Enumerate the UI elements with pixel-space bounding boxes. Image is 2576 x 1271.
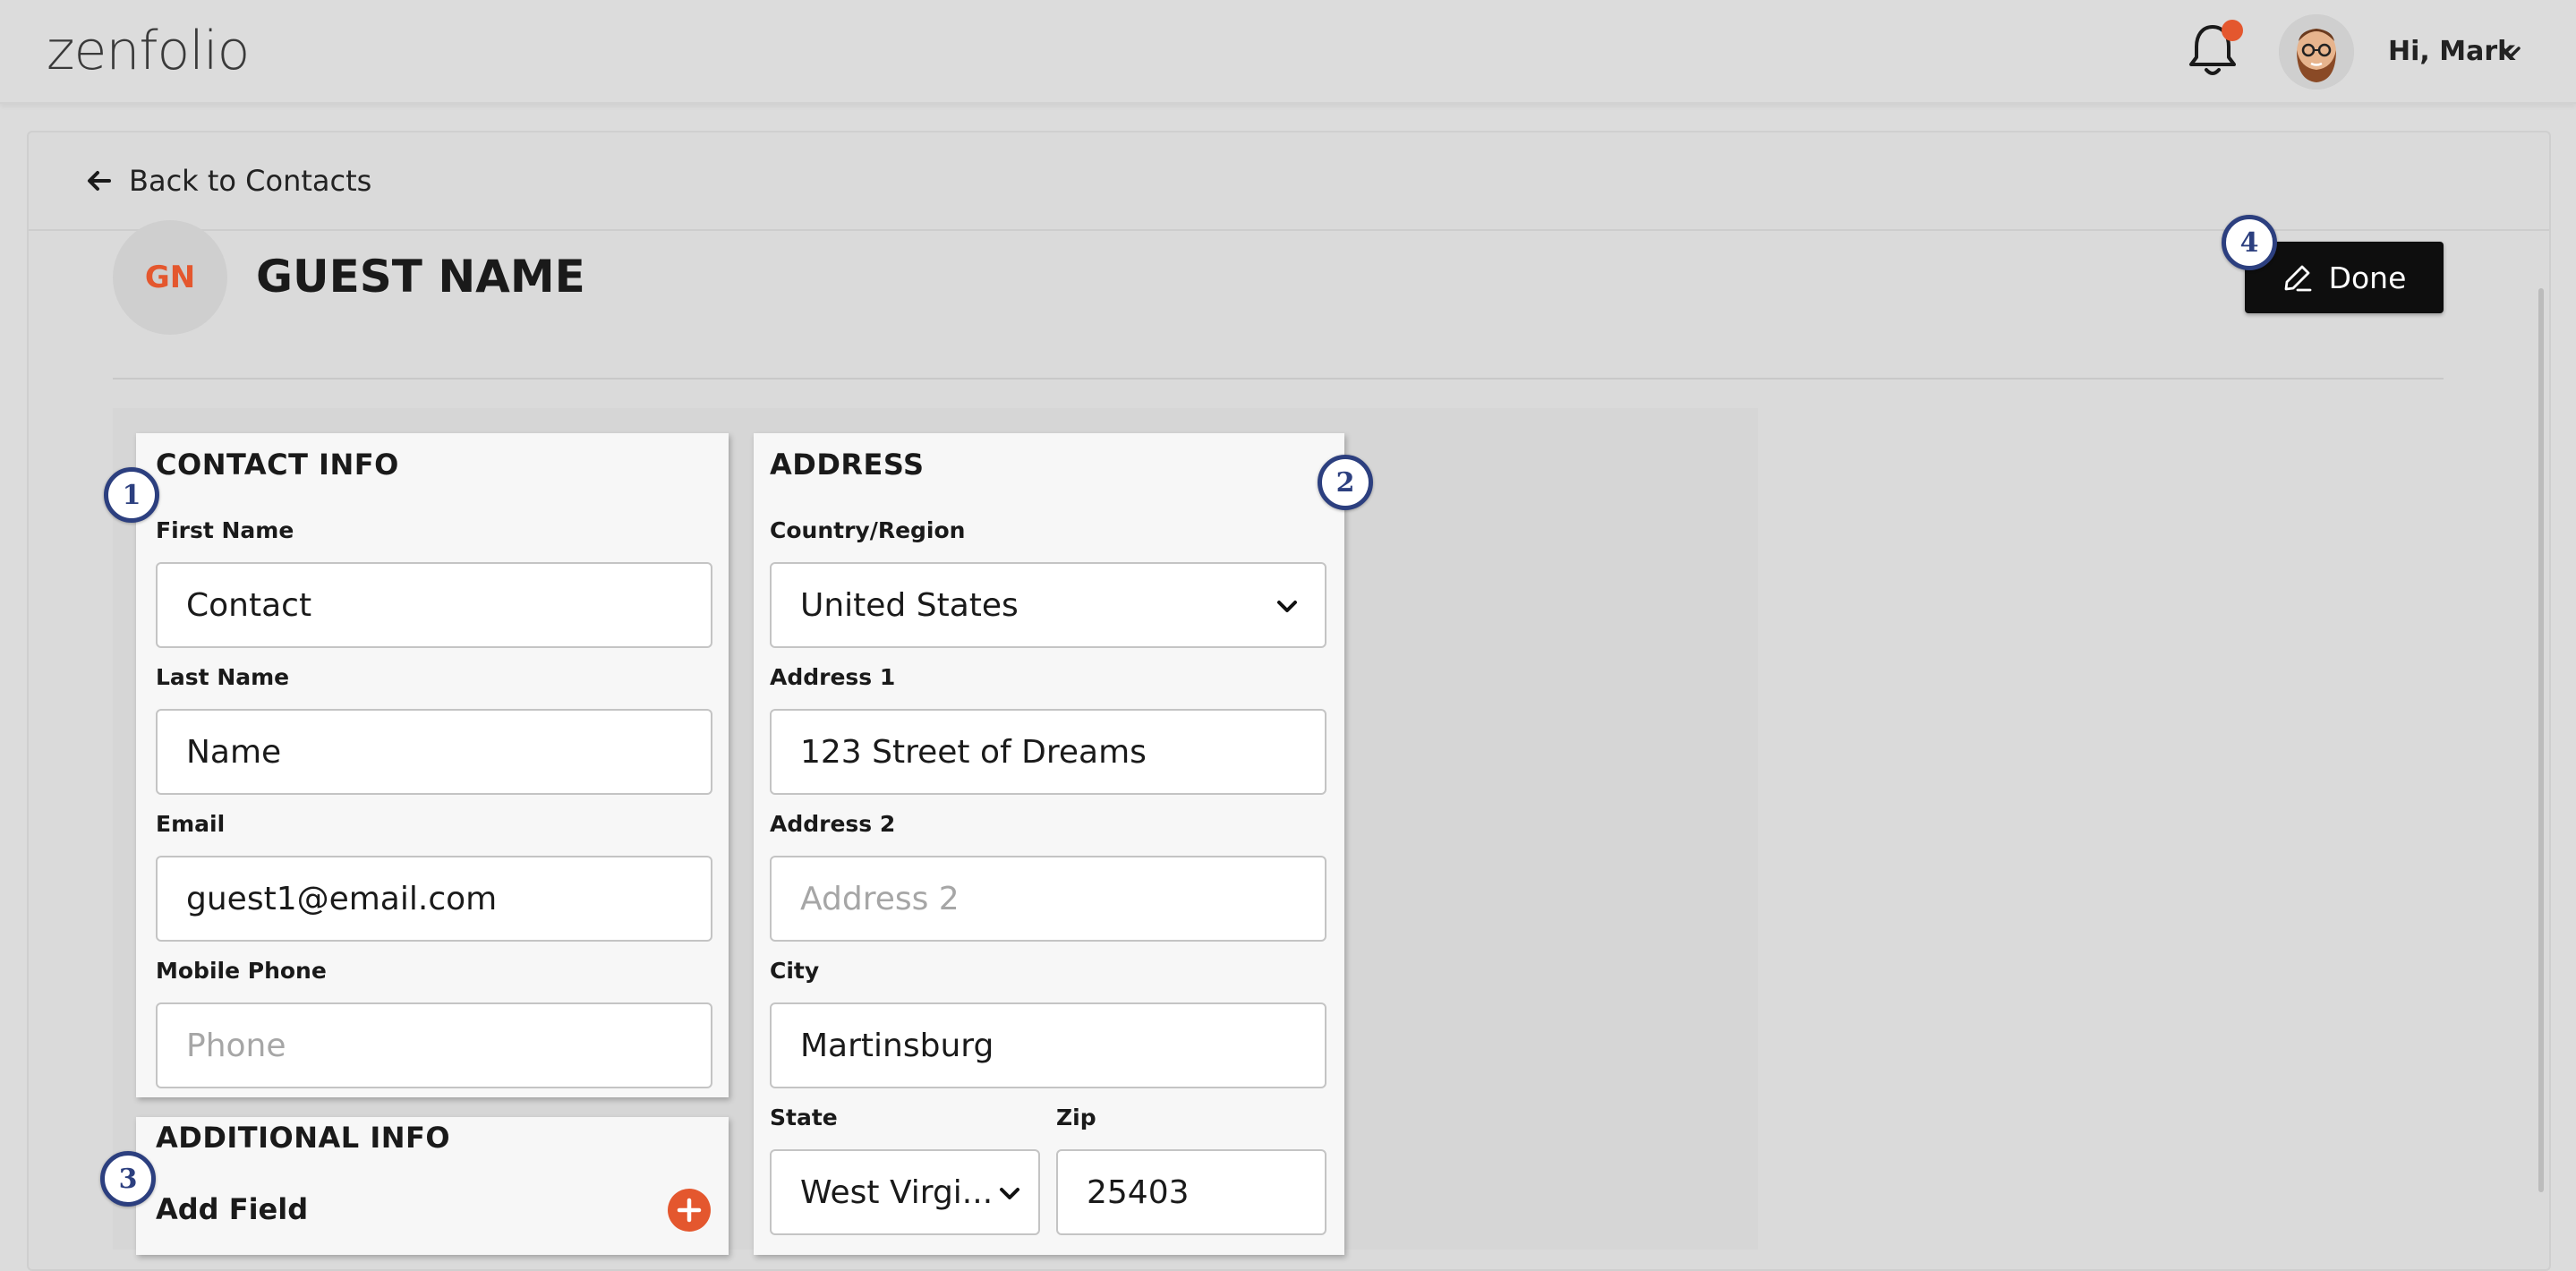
additional-info-title: ADDITIONAL INFO (156, 1121, 451, 1155)
mobile-phone-label: Mobile Phone (156, 958, 327, 984)
last-name-input[interactable] (156, 709, 712, 795)
first-name-label: First Name (156, 517, 294, 543)
mobile-phone-input[interactable] (156, 1002, 712, 1088)
chevron-down-icon (1000, 1188, 1019, 1199)
address-2-input[interactable] (770, 856, 1326, 942)
address-title: ADDRESS (770, 448, 925, 482)
city-input[interactable] (770, 1002, 1326, 1088)
contact-initials-avatar: GN (113, 220, 227, 335)
contact-info-title: CONTACT INFO (156, 448, 399, 482)
country-region-label: Country/Region (770, 517, 966, 543)
state-select[interactable]: West Virgi... (770, 1149, 1040, 1235)
header-divider (113, 378, 2444, 380)
country-region-value: United States (800, 586, 1019, 624)
plus-icon (677, 1198, 702, 1223)
email-input[interactable] (156, 856, 712, 942)
step-badge-1: 1 (104, 467, 159, 523)
address-1-label: Address 1 (770, 664, 896, 690)
arrow-left-icon (88, 171, 111, 191)
step-badge-4: 4 (2222, 215, 2277, 270)
address-2-label: Address 2 (770, 811, 896, 837)
back-to-contacts-link[interactable]: Back to Contacts (86, 159, 371, 202)
add-field-button[interactable] (668, 1189, 711, 1232)
chevron-down-icon[interactable] (2497, 39, 2524, 66)
last-name-label: Last Name (156, 664, 290, 690)
notification-dot (2222, 20, 2243, 41)
contact-info-panel: CONTACT INFO First Name Last Name Email … (136, 433, 729, 1097)
zenfolio-logo[interactable]: zenfolio (47, 11, 250, 91)
back-link-label: Back to Contacts (129, 164, 372, 198)
pencil-icon (2284, 265, 2311, 292)
state-value: West Virgi... (800, 1173, 994, 1211)
zip-input[interactable] (1056, 1149, 1326, 1235)
address-1-input[interactable] (770, 709, 1326, 795)
scrollbar[interactable] (2538, 288, 2544, 1192)
state-label: State (770, 1105, 838, 1130)
additional-info-panel: ADDITIONAL INFO Add Field (136, 1117, 729, 1255)
zip-label: Zip (1056, 1105, 1096, 1130)
country-region-select[interactable]: United States (770, 562, 1326, 648)
first-name-input[interactable] (156, 562, 712, 648)
add-field-label[interactable]: Add Field (156, 1192, 308, 1226)
contact-name-heading: GUEST NAME (256, 251, 585, 303)
chevron-down-icon (1277, 601, 1297, 612)
top-header: zenfolio Hi, Mark (0, 0, 2576, 104)
city-label: City (770, 958, 820, 984)
user-greeting[interactable]: Hi, Mark (2388, 32, 2515, 72)
step-badge-3: 3 (100, 1151, 156, 1207)
address-panel: ADDRESS Country/Region United States Add… (754, 433, 1344, 1255)
back-bar: Back to Contacts (29, 132, 2549, 231)
step-badge-2: 2 (1318, 455, 1373, 510)
email-label: Email (156, 811, 226, 837)
user-avatar[interactable] (2279, 14, 2354, 90)
done-button-label: Done (2328, 260, 2407, 295)
